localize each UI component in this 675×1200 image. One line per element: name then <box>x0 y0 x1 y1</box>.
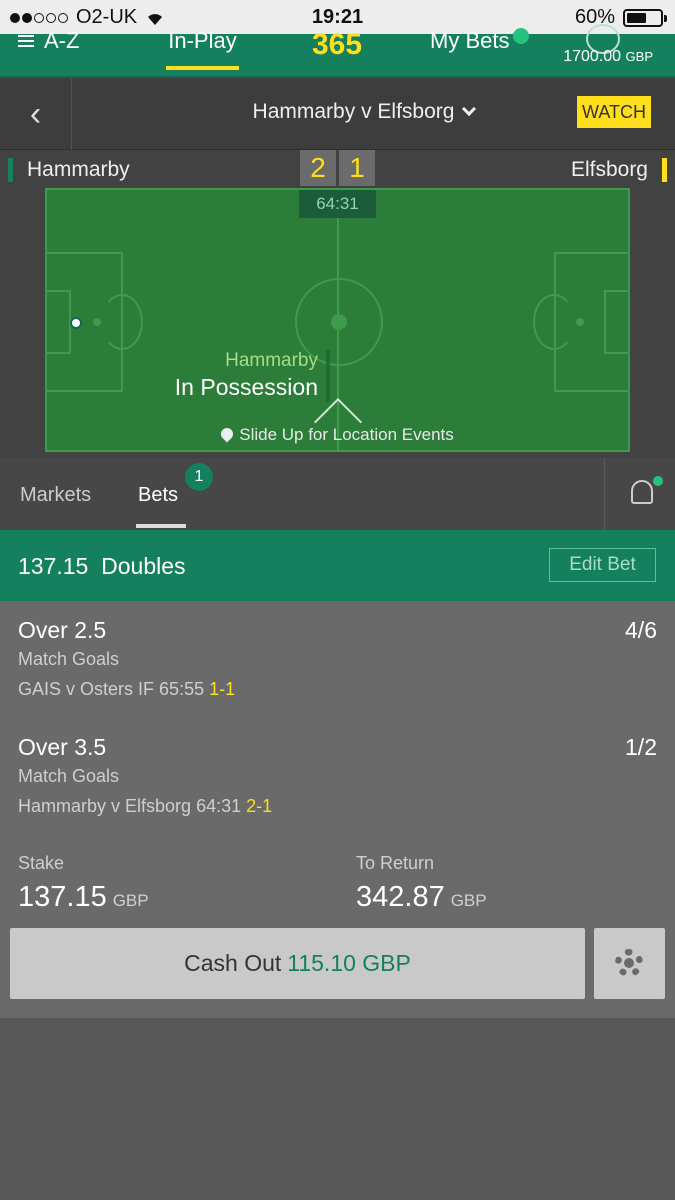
tab-bar: Markets Bets 1 <box>0 458 675 530</box>
stake-currency: GBP <box>112 891 149 910</box>
stake-label: Stake <box>18 853 65 873</box>
event-time: 65:55 <box>159 679 205 699</box>
event-name: GAIS v Osters IF <box>18 679 155 699</box>
battery-fill <box>627 12 647 23</box>
bell-icon <box>631 480 653 504</box>
cash-out-label: Cash Out <box>184 950 282 976</box>
top-nav: A-Z In-Play bet365365 My Bets 1700.00 GB… <box>0 24 675 78</box>
selection-odds: 4/6 <box>625 617 657 643</box>
account-balance[interactable]: 1700.00 GBP <box>563 48 653 66</box>
chevron-down-icon <box>462 101 477 117</box>
possession-team: Hammarby <box>225 350 318 371</box>
return-amount: 342.87 <box>356 881 445 913</box>
nav-inplay[interactable]: In-Play <box>166 28 239 72</box>
notification-dot <box>653 476 663 486</box>
selection-item: Over 3.5 1/2 Match Goals Hammarby v Elfs… <box>0 718 675 835</box>
left-goal-box <box>47 290 71 354</box>
location-pin-icon <box>218 425 236 443</box>
cash-out-settings-button[interactable] <box>594 928 665 999</box>
selection-odds: 1/2 <box>625 734 657 760</box>
selection-market: Match Goals <box>18 649 120 669</box>
cash-out-amount: 115.10 GBP <box>287 950 411 976</box>
return-value: 342.87 GBP <box>356 881 487 914</box>
stake-area: Stake 137.15 GBP To Return 342.87 GBP Cash… <box>0 837 675 1018</box>
away-team-name: Elfsborg <box>571 158 667 182</box>
status-bar: O2-UK 19:21 60% <box>0 0 675 34</box>
home-team-name: Hammarby <box>8 158 130 182</box>
match-title: Hammarby v Elfsborg <box>252 100 455 123</box>
return-label: To Return <box>356 853 435 873</box>
slide-up-text: Slide Up for Location Events <box>239 425 454 444</box>
centre-spot <box>331 314 347 330</box>
tab-markets[interactable]: Markets <box>20 484 91 507</box>
chevron-left-icon: ‹ <box>29 94 42 133</box>
tab-bets[interactable]: Bets <box>136 484 186 528</box>
watch-button[interactable]: WATCH <box>577 96 651 128</box>
possession-label: In Possession <box>174 374 318 400</box>
nav-az[interactable]: A-Z <box>18 28 79 54</box>
bets-count-badge: 1 <box>185 463 213 491</box>
my-bets-badge <box>513 28 530 44</box>
event-score: 2-1 <box>246 796 273 816</box>
possession-bar <box>326 350 330 402</box>
nav-inplay-label: In-Play <box>168 28 237 53</box>
cash-out-button[interactable]: Cash Out 115.10 GBP <box>10 928 585 999</box>
match-clock: 64:31 <box>299 190 376 218</box>
selection-name: Over 2.5 <box>18 617 107 643</box>
balance-currency: GBP <box>625 49 653 64</box>
bet365-logo[interactable]: bet365365 <box>305 30 369 66</box>
balance-amount: 1700.00 <box>563 48 622 65</box>
left-penalty-spot <box>93 318 101 326</box>
battery-icon <box>623 8 667 27</box>
stake-amount: 137.15 <box>18 881 107 913</box>
selection-item: Over 2.5 4/6 Match Goals GAIS v Osters I… <box>0 601 675 718</box>
event-score: 1-1 <box>209 679 236 699</box>
match-header: ‹ Hammarby v Elfsborg WATCH <box>0 78 675 150</box>
nav-my-bets[interactable]: My Bets <box>430 28 530 54</box>
away-score: 1 <box>339 150 375 186</box>
selection-market: Match Goals <box>18 766 120 786</box>
stake-value: 137.15 GBP <box>18 881 149 914</box>
right-penalty-spot <box>576 318 584 326</box>
status-time: 19:21 <box>311 6 364 28</box>
gear-icon <box>615 949 643 977</box>
status-right: 60% <box>575 6 667 29</box>
back-button[interactable]: ‹ <box>0 78 72 150</box>
nav-inplay-underline <box>166 66 239 70</box>
tab-bets-label: Bets <box>138 484 179 506</box>
right-goal-box <box>604 290 628 354</box>
bet-header: 137.15 Doubles Edit Bet <box>0 530 675 601</box>
event-name: Hammarby v Elfsborg <box>18 796 192 816</box>
menu-icon <box>18 35 34 47</box>
bet-title: 137.15 Doubles <box>18 553 186 579</box>
selection-event: GAIS v Osters IF 65:55 1-1 <box>18 679 235 700</box>
right-penalty-arc <box>533 294 575 350</box>
nav-my-bets-label: My Bets <box>430 28 510 53</box>
football-pitch[interactable]: Hammarby In Possession Slide Up for Loca… <box>45 188 630 452</box>
edit-bet-button[interactable]: Edit Bet <box>549 548 656 582</box>
selection-name: Over 3.5 <box>18 734 107 760</box>
selection-event: Hammarby v Elfsborg 64:31 2-1 <box>18 796 272 817</box>
slide-up-hint[interactable]: Slide Up for Location Events <box>47 425 628 445</box>
nav-az-label: A-Z <box>44 28 80 53</box>
notifications-button[interactable] <box>604 458 675 530</box>
match-tracker: Hammarby Elfsborg 2 1 64:31 Hammarby In … <box>0 150 675 458</box>
tab-bets-underline <box>136 524 186 528</box>
home-score: 2 <box>300 150 336 186</box>
return-currency: GBP <box>450 891 487 910</box>
event-time: 64:31 <box>196 796 242 816</box>
left-penalty-arc <box>101 294 143 350</box>
bet-selections: Over 2.5 4/6 Match Goals GAIS v Osters I… <box>0 601 675 838</box>
ball-marker <box>70 317 82 329</box>
